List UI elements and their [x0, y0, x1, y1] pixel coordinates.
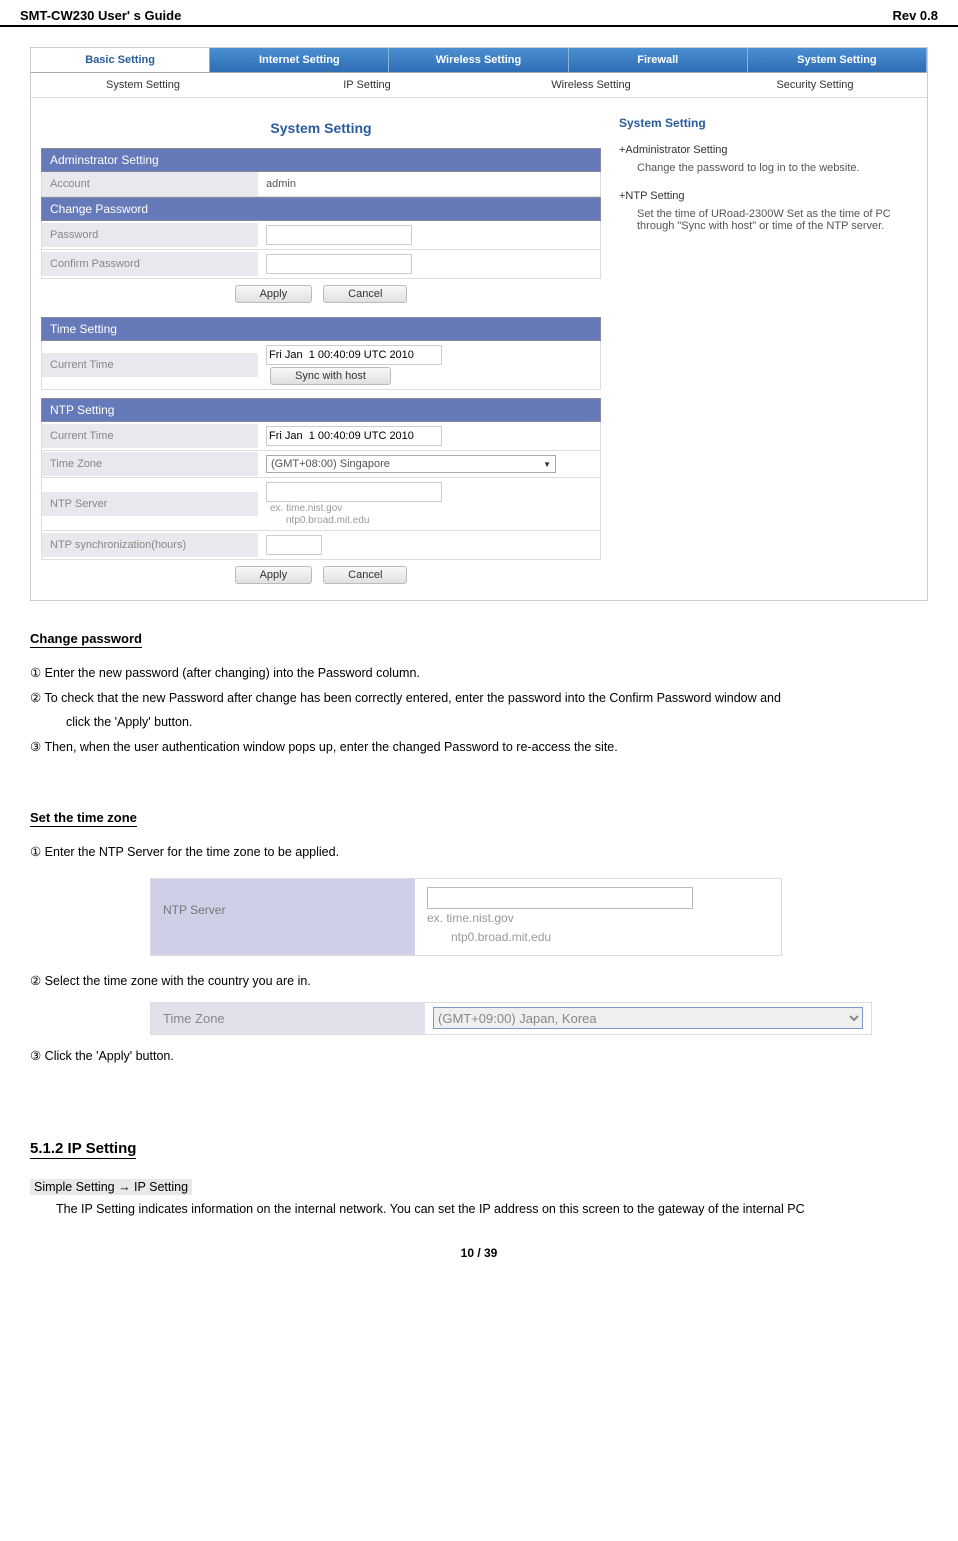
- tabs-secondary: System Setting IP Setting Wireless Setti…: [31, 73, 927, 98]
- change-password-heading: Change password: [30, 631, 142, 648]
- current-time-input[interactable]: [266, 345, 442, 365]
- password-label: Password: [42, 223, 258, 247]
- ntp-current-time-input[interactable]: [266, 426, 442, 446]
- subtab-security-setting[interactable]: Security Setting: [703, 73, 927, 97]
- account-value: admin: [258, 174, 600, 194]
- right-ntp-sub: +NTP Setting: [619, 184, 909, 204]
- doc-title-left: SMT-CW230 User' s Guide: [20, 8, 181, 23]
- ip-nav-path: Simple Setting → IP Setting: [30, 1179, 192, 1195]
- page-footer: 10 / 39: [0, 1230, 958, 1268]
- ntp-server-input[interactable]: [266, 482, 442, 502]
- cp-step-2b: click the 'Apply' button.: [30, 711, 928, 734]
- ntp-shot-hint-1: ex. time.nist.gov: [427, 911, 514, 925]
- doc-title-right: Rev 0.8: [892, 8, 938, 23]
- change-password-header: Change Password: [41, 197, 601, 221]
- tz-step-3: ③ Click the 'Apply' button.: [30, 1045, 928, 1068]
- tab-internet-setting[interactable]: Internet Setting: [210, 48, 389, 72]
- cp-step-2a: ② To check that the new Password after c…: [30, 687, 928, 710]
- current-time-label: Current Time: [42, 353, 258, 377]
- confirm-password-label: Confirm Password: [42, 252, 258, 276]
- header-rule: [0, 25, 958, 27]
- tz-shot-label: Time Zone: [151, 1003, 425, 1034]
- right-panel-title: System Setting: [619, 116, 909, 138]
- ntp-setting-header: NTP Setting: [41, 398, 601, 422]
- ntp-current-time-label: Current Time: [42, 424, 258, 448]
- ntp-shot-label: NTP Server: [151, 879, 415, 955]
- time-zone-inline-shot: Time Zone (GMT+09:00) Japan, Korea: [150, 1002, 872, 1035]
- ntp-hint-2: ntp0.broad.mit.edu: [266, 515, 369, 526]
- router-left-panel: System Setting Adminstrator Setting Acco…: [41, 108, 601, 590]
- sync-with-host-button[interactable]: Sync with host: [270, 367, 391, 385]
- ntp-shot-hint-2: ntp0.broad.mit.edu: [427, 930, 551, 944]
- cp-step-1: ① Enter the new password (after changing…: [30, 662, 928, 685]
- time-zone-value: (GMT+08:00) Singapore: [271, 458, 390, 470]
- tab-wireless-setting[interactable]: Wireless Setting: [389, 48, 568, 72]
- ip-paragraph: The IP Setting indicates information on …: [30, 1199, 928, 1220]
- tz-step-2: ② Select the time zone with the country …: [30, 970, 928, 993]
- apply-button-1[interactable]: Apply: [235, 285, 313, 303]
- time-zone-dropdown[interactable]: (GMT+08:00) Singapore ▼: [266, 455, 556, 473]
- router-right-panel: System Setting +Administrator Setting Ch…: [611, 108, 917, 590]
- password-input[interactable]: [266, 225, 412, 245]
- ntp-sync-label: NTP synchronization(hours): [42, 533, 258, 557]
- ntp-server-label: NTP Server: [42, 492, 258, 516]
- apply-button-2[interactable]: Apply: [235, 566, 313, 584]
- right-ntp-desc: Set the time of URoad-2300W Set as the t…: [619, 204, 909, 242]
- time-setting-header: Time Setting: [41, 317, 601, 341]
- chevron-down-icon: ▼: [543, 460, 551, 469]
- cp-step-3: ③ Then, when the user authentication win…: [30, 736, 928, 759]
- tz-step-1: ① Enter the NTP Server for the time zone…: [30, 841, 928, 864]
- ntp-sync-input[interactable]: [266, 535, 322, 555]
- time-zone-label: Time Zone: [42, 452, 258, 476]
- account-label: Account: [42, 172, 258, 196]
- panel-title: System Setting: [41, 108, 601, 148]
- admin-setting-header: Adminstrator Setting: [41, 148, 601, 172]
- subtab-system-setting[interactable]: System Setting: [31, 73, 255, 97]
- tz-shot-select[interactable]: (GMT+09:00) Japan, Korea: [433, 1007, 863, 1029]
- tab-system-setting[interactable]: System Setting: [748, 48, 927, 72]
- router-screenshot: Basic Setting Internet Setting Wireless …: [30, 47, 928, 601]
- ntp-shot-input[interactable]: [427, 887, 693, 909]
- subtab-ip-setting[interactable]: IP Setting: [255, 73, 479, 97]
- cancel-button-2[interactable]: Cancel: [323, 566, 407, 584]
- ntp-hint-1: ex. time.nist.gov: [266, 503, 342, 514]
- tabs-primary: Basic Setting Internet Setting Wireless …: [31, 48, 927, 73]
- tab-firewall[interactable]: Firewall: [569, 48, 748, 72]
- ip-setting-heading: 5.1.2 IP Setting: [30, 1140, 136, 1159]
- right-admin-desc: Change the password to log in to the web…: [619, 158, 909, 184]
- cancel-button-1[interactable]: Cancel: [323, 285, 407, 303]
- confirm-password-input[interactable]: [266, 254, 412, 274]
- time-zone-heading: Set the time zone: [30, 810, 137, 827]
- tab-basic-setting[interactable]: Basic Setting: [31, 48, 210, 72]
- ntp-server-inline-shot: NTP Server ex. time.nist.gov ntp0.broad.…: [150, 878, 782, 956]
- subtab-wireless-setting[interactable]: Wireless Setting: [479, 73, 703, 97]
- right-admin-sub: +Administrator Setting: [619, 138, 909, 158]
